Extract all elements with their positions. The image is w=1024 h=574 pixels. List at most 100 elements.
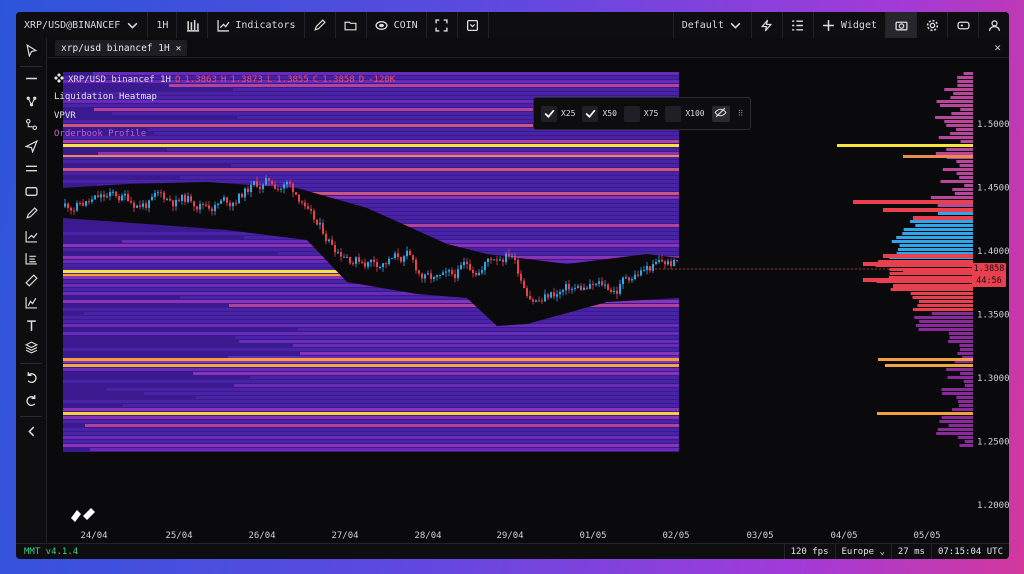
- volume-profile-bar: [948, 332, 973, 335]
- orderbook-bid-bar: [893, 284, 973, 288]
- candle-body: [76, 203, 78, 211]
- gamepad-button[interactable]: [948, 12, 979, 38]
- screenshot-button[interactable]: [886, 12, 917, 38]
- indicator-tool[interactable]: [22, 228, 40, 246]
- candle-body: [529, 295, 531, 300]
- candle-body: [79, 203, 81, 205]
- volume-profile-bar: [914, 316, 973, 319]
- candle-body: [358, 257, 360, 262]
- save-button[interactable]: [458, 12, 489, 38]
- price-axis-label: 1.3000: [977, 374, 1009, 384]
- candle-body: [652, 263, 654, 271]
- candle-body: [547, 294, 549, 298]
- chart-tab[interactable]: xrp/usd binancef 1H ✕: [55, 40, 188, 56]
- hide-filter-button[interactable]: [711, 105, 730, 122]
- indicator-liquidation-heatmap[interactable]: Liquidation Heatmap: [54, 92, 157, 102]
- redo-button[interactable]: [22, 392, 40, 410]
- filter-x25-checkbox[interactable]: [541, 105, 557, 122]
- candle-body: [676, 259, 678, 261]
- candle-body: [145, 203, 147, 208]
- chart-canvas[interactable]: 1.5000 1.4500 1.4000 1.3500 1.3000 1.2500 1.20…: [47, 58, 1009, 543]
- horizontal-line-tool[interactable]: [22, 70, 40, 88]
- folder-button[interactable]: [336, 12, 367, 38]
- close-icon[interactable]: ✕: [176, 43, 182, 54]
- orderbook-bid-bar: [913, 216, 973, 220]
- parallel-lines-tool[interactable]: [22, 160, 40, 178]
- candle-body: [364, 262, 366, 267]
- drag-handle-icon[interactable]: ⠿: [738, 109, 744, 118]
- indicators-button[interactable]: Indicators: [208, 12, 305, 38]
- path-tool[interactable]: [22, 116, 40, 134]
- candle-body: [538, 300, 540, 302]
- filter-x50-checkbox[interactable]: [582, 105, 599, 122]
- indicator-vpvr[interactable]: VPVR: [54, 111, 76, 121]
- candle-body: [421, 273, 423, 279]
- close-panel-icon[interactable]: ✕: [994, 41, 1001, 54]
- line-chart-icon: [216, 18, 230, 32]
- volume-profile-bar: [948, 424, 973, 427]
- heatmap-band: [63, 316, 679, 319]
- volume-profile-bar: [959, 176, 973, 179]
- orderbook-bid-bar: [883, 254, 973, 258]
- drawing-toolbar: [16, 38, 47, 543]
- region-selector[interactable]: Europe ⌄: [834, 544, 891, 559]
- candle-body: [334, 245, 336, 253]
- alerts-button[interactable]: [752, 12, 783, 38]
- volume-profile-bar: [938, 136, 973, 139]
- coin-button[interactable]: COIN: [367, 12, 427, 38]
- fullscreen-icon: [435, 18, 449, 32]
- chart-type-button[interactable]: [177, 12, 209, 38]
- rectangle-tool[interactable]: [22, 183, 40, 201]
- gamepad-icon: [956, 18, 970, 32]
- interval-selector[interactable]: 1H: [148, 12, 178, 38]
- candle-body: [382, 263, 384, 267]
- cursor-tool[interactable]: [22, 42, 40, 60]
- candle-body: [136, 205, 138, 208]
- candle-body: [280, 188, 282, 190]
- candle-body: [112, 191, 114, 193]
- heatmap-band: [250, 376, 679, 379]
- measure-tool[interactable]: [22, 272, 40, 290]
- add-widget-button[interactable]: Widget: [814, 12, 886, 38]
- filter-x75-checkbox[interactable]: [623, 105, 640, 122]
- volume-profile-bar: [896, 236, 973, 239]
- nodes-tool[interactable]: [22, 93, 40, 111]
- undo-button[interactable]: [22, 369, 40, 387]
- candle-body: [361, 261, 363, 263]
- arrow-tool[interactable]: [22, 138, 40, 156]
- symbol-label: XRP/USD@BINANCEF: [24, 19, 121, 31]
- price-axis-label: 1.3500: [977, 311, 1009, 321]
- indicator-orderbook-profile[interactable]: Orderbook Profile: [54, 129, 146, 139]
- fullscreen-button[interactable]: [427, 12, 458, 38]
- heatmap-band: [239, 340, 679, 343]
- candle-body: [142, 203, 144, 207]
- candle-body: [484, 262, 486, 271]
- text-list-tool[interactable]: [22, 250, 40, 268]
- candle-body: [451, 270, 453, 275]
- widget-label: Widget: [840, 19, 877, 31]
- collapse-toolbar-button[interactable]: [22, 423, 40, 441]
- volume-profile-bar: [910, 292, 973, 295]
- settings-button[interactable]: [917, 12, 948, 38]
- pattern-tool[interactable]: [22, 294, 40, 312]
- volume-profile-bar: [937, 428, 973, 431]
- chart-area[interactable]: 1.5000 1.4500 1.4000 1.3500 1.3000 1.2500 1.20…: [47, 58, 1009, 543]
- candle-body: [199, 204, 201, 210]
- filter-x100-checkbox[interactable]: [665, 105, 682, 122]
- heatmap-band: [63, 432, 679, 435]
- heatmap-band: [298, 328, 679, 331]
- account-button[interactable]: [979, 12, 1009, 38]
- layout-selector[interactable]: Default: [672, 12, 752, 38]
- candle-body: [352, 263, 354, 265]
- symbol-selector[interactable]: XRP/USD@BINANCEF: [16, 12, 149, 38]
- volume-profile-bar: [915, 224, 973, 227]
- volume-profile-bar: [950, 132, 973, 135]
- chevron-left-icon: [25, 423, 38, 442]
- watchlist-button[interactable]: [783, 12, 814, 38]
- brush-tool[interactable]: [22, 205, 40, 223]
- candle-body: [373, 259, 375, 263]
- layers-tool[interactable]: [22, 339, 40, 357]
- text-tool[interactable]: [22, 317, 40, 335]
- drawing-button[interactable]: [305, 12, 336, 38]
- heatmap-band: [63, 308, 679, 311]
